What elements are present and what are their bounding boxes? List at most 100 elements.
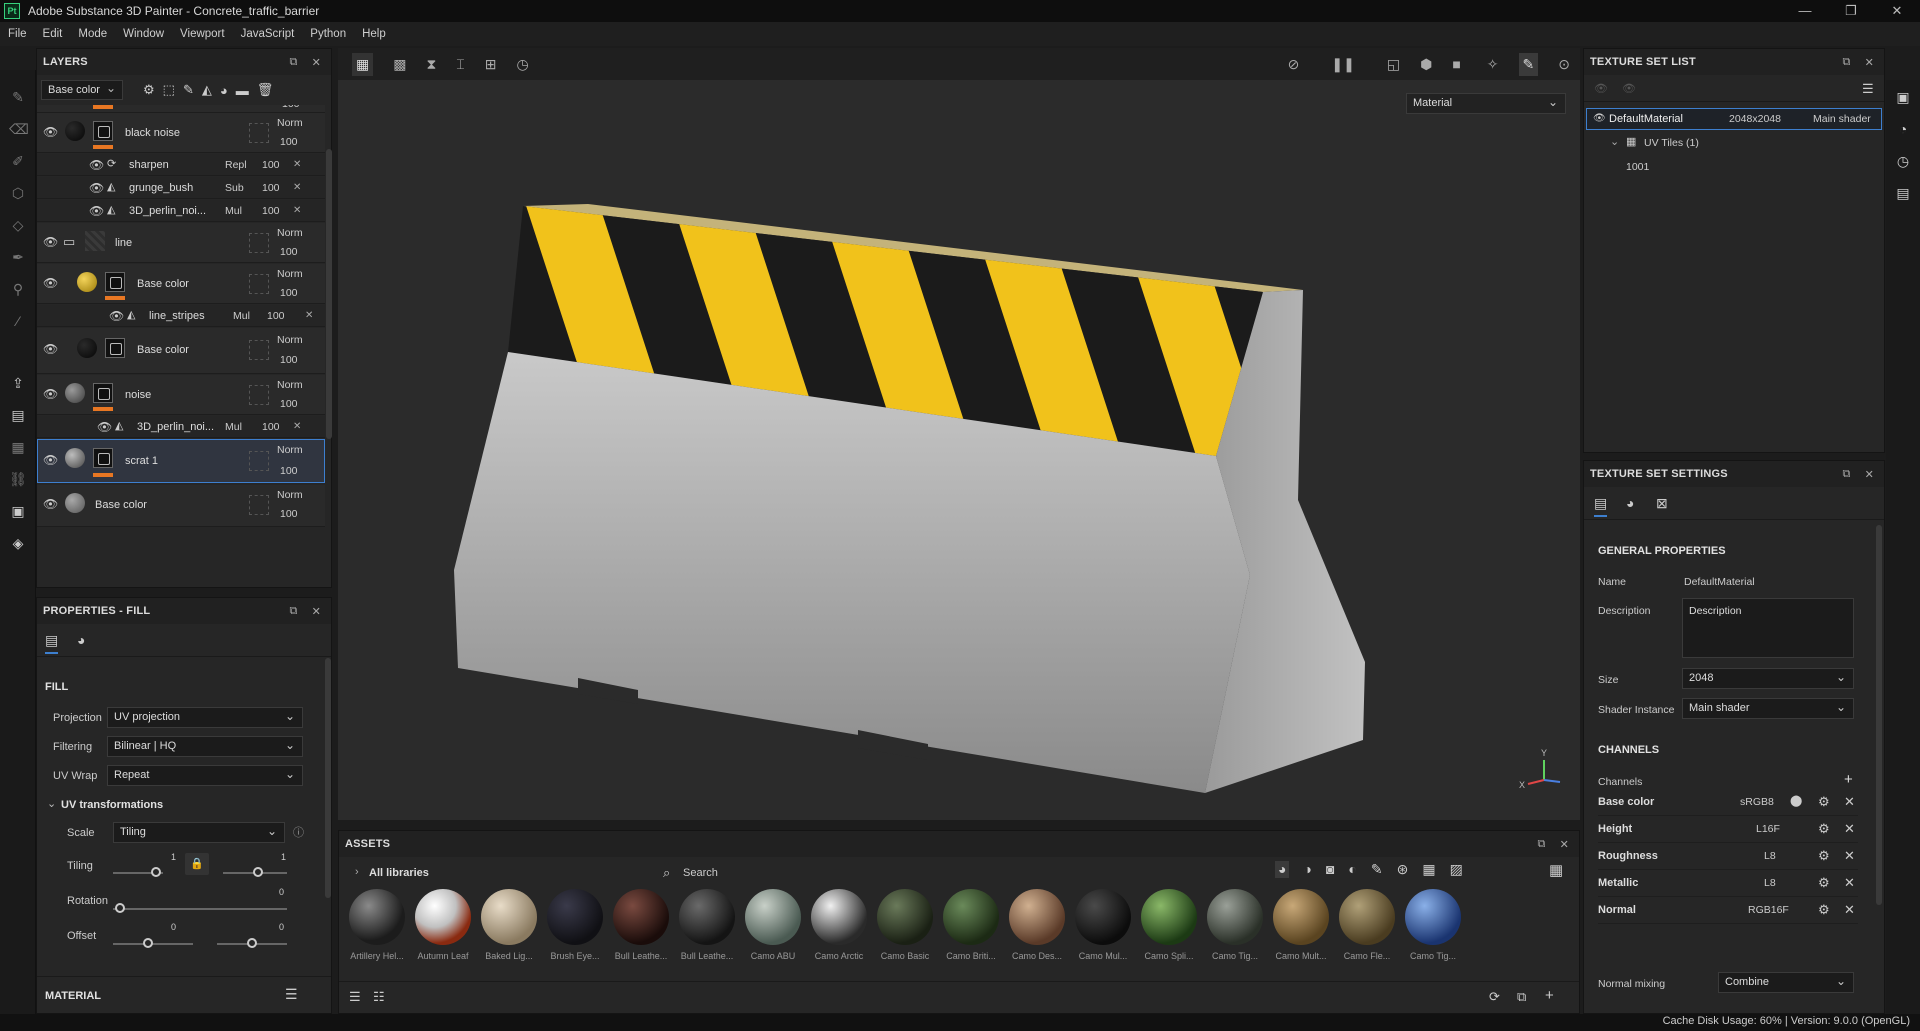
display-settings-icon[interactable]: ◔ bbox=[1894, 120, 1912, 138]
visibility-eye-icon[interactable]: 👁 bbox=[89, 204, 104, 218]
material-tab-icon[interactable]: ◕ bbox=[1626, 495, 1634, 511]
effect-opacity[interactable]: 100 bbox=[262, 205, 280, 217]
asset-thumbnail[interactable] bbox=[613, 889, 669, 945]
effect-opacity[interactable]: 100 bbox=[262, 182, 280, 194]
menu-mode[interactable]: Mode bbox=[70, 28, 115, 40]
3d-view-icon[interactable]: ⬢ bbox=[1420, 56, 1432, 73]
layer-row[interactable]: 👁 Base color Norm 100 bbox=[37, 264, 325, 304]
expand-libraries-icon[interactable]: › bbox=[355, 866, 359, 878]
layer-row[interactable]: 👁 Base color Norm 100 bbox=[37, 485, 325, 527]
blend-mode[interactable]: Norm bbox=[277, 444, 303, 456]
clone-stamp-icon[interactable]: ⚲ bbox=[9, 280, 27, 298]
float-panel-icon[interactable]: ⧉ bbox=[290, 605, 298, 618]
effect-row[interactable]: 👁 ◭ grunge_bush Sub 100 ✕ bbox=[37, 177, 325, 199]
layer-row[interactable]: 👁 noise Norm 100 bbox=[37, 375, 325, 415]
effect-row[interactable]: 👁 ⟳ sharpen Repl 100 ✕ bbox=[37, 154, 325, 176]
channel-settings-icon[interactable]: ⚙ bbox=[1818, 902, 1830, 918]
brushes-filter-icon[interactable]: ✎ bbox=[1371, 861, 1383, 878]
close-panel-icon[interactable]: ✕ bbox=[1560, 838, 1569, 851]
blend-mode[interactable]: Norm bbox=[277, 268, 303, 280]
list-menu-icon[interactable]: ☰ bbox=[1862, 81, 1874, 97]
channel-format[interactable]: L8 bbox=[1764, 850, 1776, 862]
layer-opacity[interactable]: 100 bbox=[280, 136, 298, 148]
menu-edit[interactable]: Edit bbox=[35, 28, 71, 40]
rotation-slider[interactable] bbox=[113, 908, 287, 910]
visibility-eye-icon[interactable]: 👁 bbox=[43, 387, 58, 401]
channel-format[interactable]: sRGB8 bbox=[1740, 796, 1774, 808]
blend-mode[interactable]: Repl bbox=[225, 159, 247, 171]
offset-slider-a[interactable] bbox=[113, 943, 193, 945]
menu-window[interactable]: Window bbox=[115, 28, 172, 40]
tiling-knob-b[interactable] bbox=[253, 867, 263, 877]
properties-scrollbar[interactable] bbox=[325, 658, 331, 898]
channel-format[interactable]: RGB16F bbox=[1748, 904, 1789, 916]
remove-channel-icon[interactable]: ✕ bbox=[1844, 875, 1855, 891]
remove-channel-icon[interactable]: ✕ bbox=[1844, 848, 1855, 864]
generators-filter-icon[interactable]: ◐ bbox=[1348, 861, 1356, 878]
normal-mixing-select[interactable]: Combine bbox=[1718, 972, 1854, 993]
geometry-mask-icon[interactable]: ⬡ bbox=[9, 184, 27, 202]
uv-tile-item[interactable]: 1001 bbox=[1626, 161, 1649, 173]
asset-thumbnail[interactable] bbox=[481, 889, 537, 945]
close-panel-icon[interactable]: ✕ bbox=[312, 56, 321, 69]
asset-thumbnail[interactable] bbox=[1075, 889, 1131, 945]
channel-row[interactable]: Roughness L8 ⚙ ✕ bbox=[1598, 844, 1858, 870]
shader-icon[interactable]: ✧ bbox=[1487, 56, 1499, 73]
menu-help[interactable]: Help bbox=[354, 28, 394, 40]
visibility-eye-icon[interactable]: 👁 bbox=[109, 309, 124, 323]
asset-thumbnail[interactable] bbox=[547, 889, 603, 945]
minimize-button[interactable]: — bbox=[1782, 0, 1828, 22]
display-settings-icon[interactable]: ▦ bbox=[9, 438, 27, 456]
shader-instance-select[interactable]: Main shader bbox=[1682, 698, 1854, 719]
split-icon[interactable]: ⌶ bbox=[456, 56, 464, 73]
blend-mode[interactable]: Sub bbox=[225, 182, 244, 194]
layer-opacity[interactable]: 100 bbox=[280, 354, 298, 366]
hide-icon[interactable]: 👁 bbox=[1594, 82, 1608, 95]
effect-opacity[interactable]: 100 bbox=[262, 159, 280, 171]
close-window-button[interactable]: ✕ bbox=[1874, 0, 1920, 22]
scale-select[interactable]: Tiling bbox=[113, 822, 285, 843]
rotation-knob[interactable] bbox=[115, 903, 125, 913]
uvwrap-select[interactable]: Repeat bbox=[107, 765, 303, 786]
new-window-icon[interactable]: ⧉ bbox=[1517, 989, 1526, 1005]
asset-thumbnail[interactable] bbox=[415, 889, 471, 945]
bake-icon[interactable]: ▤ bbox=[9, 406, 27, 424]
smart-materials-filter-icon[interactable]: ◑ bbox=[1303, 861, 1311, 878]
size-select[interactable]: 2048 bbox=[1682, 668, 1854, 689]
asset-thumbnail[interactable] bbox=[811, 889, 867, 945]
visibility-eye-icon[interactable]: 👁 bbox=[43, 342, 58, 356]
remove-effect-icon[interactable]: ✕ bbox=[293, 205, 301, 216]
all-libraries-label[interactable]: All libraries bbox=[369, 867, 429, 879]
filter-list-icon[interactable]: ☰ bbox=[349, 989, 361, 1005]
folder-row[interactable]: 👁 ▭ line Norm 100 bbox=[37, 223, 325, 263]
blend-mode[interactable]: Mul bbox=[225, 421, 242, 433]
layer-opacity[interactable]: 100 bbox=[280, 287, 298, 299]
asset-thumbnail[interactable] bbox=[943, 889, 999, 945]
channel-settings-icon[interactable]: ⚙ bbox=[1818, 875, 1830, 891]
expand-chevron-icon[interactable]: ⌄ bbox=[1610, 135, 1619, 148]
layers-scrollbar[interactable] bbox=[326, 149, 332, 439]
visibility-eye-icon[interactable]: 👁 bbox=[1593, 113, 1606, 124]
asset-thumbnail[interactable] bbox=[679, 889, 735, 945]
viewer-settings-icon[interactable]: ◈ bbox=[9, 534, 27, 552]
blend-mode[interactable]: Norm bbox=[277, 227, 303, 239]
fill-tab-icon[interactable]: ▤ bbox=[45, 632, 59, 654]
camera-icon[interactable]: ■ bbox=[1452, 56, 1460, 72]
uv-tiles-label[interactable]: UV Tiles (1) bbox=[1644, 137, 1699, 149]
layer-row[interactable]: 👁 black noise Norm 100 bbox=[37, 113, 325, 153]
search-input[interactable]: Search bbox=[683, 867, 718, 879]
menu-file[interactable]: File bbox=[0, 28, 35, 40]
float-panel-icon[interactable]: ⧉ bbox=[1843, 56, 1851, 69]
history-icon[interactable]: ◷ bbox=[1894, 152, 1912, 170]
menu-python[interactable]: Python bbox=[302, 28, 354, 40]
description-textarea[interactable]: Description bbox=[1682, 598, 1854, 658]
projection-icon[interactable]: ✐ bbox=[9, 152, 27, 170]
channel-format[interactable]: L8 bbox=[1764, 877, 1776, 889]
add-channel-button[interactable]: + bbox=[1844, 771, 1853, 788]
export-icon[interactable]: ⇪ bbox=[9, 374, 27, 392]
add-paint-layer-icon[interactable]: ✎ bbox=[183, 82, 194, 98]
channel-select[interactable]: Base color bbox=[41, 80, 123, 100]
effect-opacity[interactable]: 100 bbox=[262, 421, 280, 433]
uv-tiles-icon[interactable]: ▩ bbox=[393, 56, 406, 73]
channel-settings-icon[interactable]: ⚙ bbox=[1818, 848, 1830, 864]
